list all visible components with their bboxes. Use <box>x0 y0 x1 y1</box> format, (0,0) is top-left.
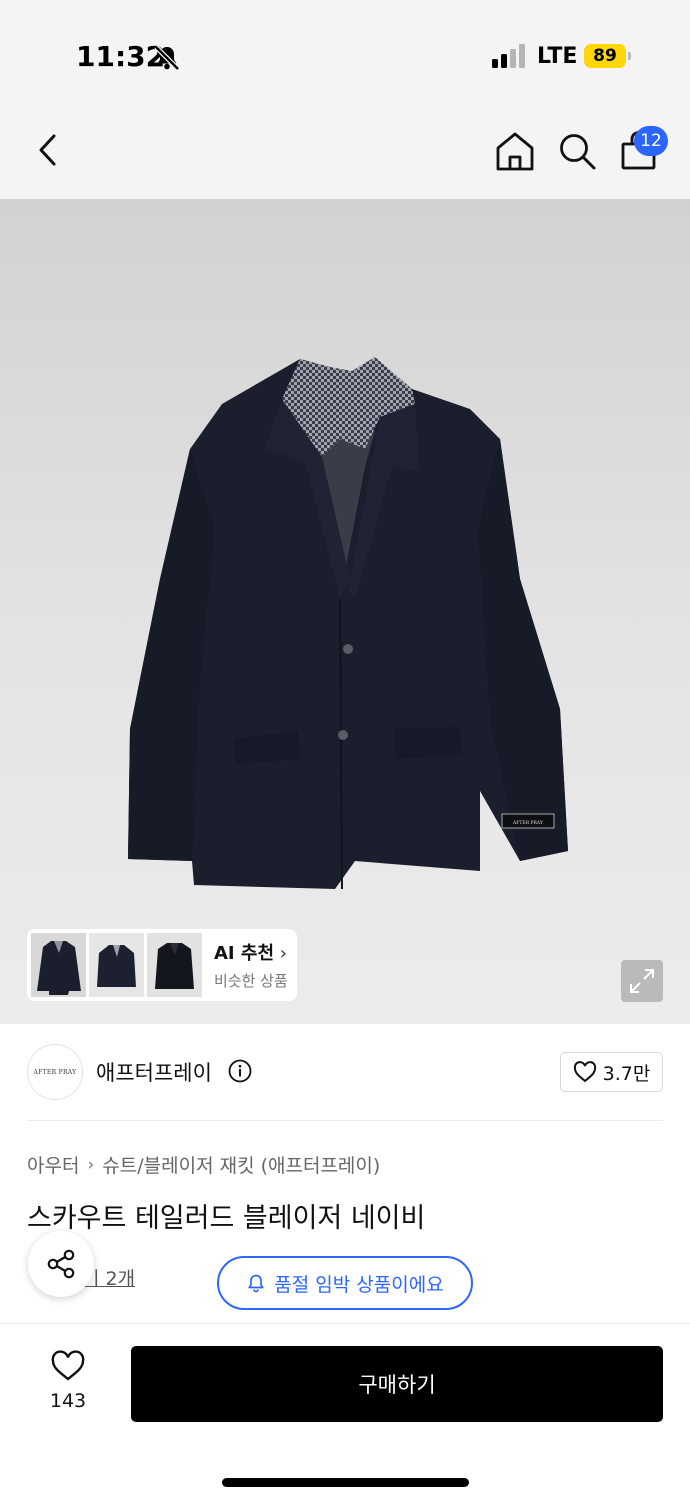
home-indicator <box>222 1478 469 1487</box>
thumbnail[interactable] <box>89 933 144 997</box>
home-icon[interactable] <box>493 129 537 173</box>
svg-text:AFTER PRAY: AFTER PRAY <box>512 820 544 826</box>
expand-image-button[interactable] <box>621 960 663 1002</box>
product-title: 스카우트 테일러드 블레이저 네이비 <box>27 1203 426 1234</box>
status-bar: 11:32 LTE 89 <box>0 0 690 104</box>
search-icon[interactable] <box>555 129 599 173</box>
chevron-right-icon: › <box>274 943 287 964</box>
top-nav <box>0 104 690 199</box>
network-type: LTE <box>537 44 578 69</box>
brand-like-count: 3.7만 <box>602 1062 651 1085</box>
ai-recommend-subtitle: 비슷한 상품 <box>214 972 288 990</box>
chevron-right-icon: › <box>87 1154 95 1175</box>
brand-like-button[interactable]: 3.7만 <box>560 1052 663 1092</box>
thumbnail[interactable] <box>147 933 202 997</box>
share-button[interactable] <box>28 1231 94 1297</box>
battery-level: 89 <box>584 44 626 68</box>
heart-icon <box>51 1350 85 1381</box>
product-image[interactable]: AFTER PRAY <box>0 199 690 1024</box>
signal-icon <box>492 44 525 68</box>
brand-row: AFTER PRAY 애프터프레이 3.7만 <box>0 1024 690 1120</box>
wishlist-button[interactable]: 143 <box>40 1350 96 1412</box>
stock-alert-badge[interactable]: 품절 임박 상품이에요 <box>217 1256 473 1310</box>
breadcrumb-item[interactable]: 아우터 <box>27 1151 79 1178</box>
ai-recommend-strip[interactable]: AI 추천 › 비슷한 상품 <box>27 929 297 1001</box>
stock-alert-text: 품절 임박 상품이에요 <box>274 1273 444 1296</box>
cart-count-badge: 12 <box>634 126 668 156</box>
breadcrumb-item[interactable]: 슈트/블레이저 재킷 (애프터프레이) <box>102 1151 380 1178</box>
battery-icon: 89 <box>584 44 631 68</box>
breadcrumb: 아우터 › 슈트/블레이저 재킷 (애프터프레이) <box>27 1151 380 1178</box>
chevron-left-icon[interactable] <box>27 128 71 172</box>
heart-icon <box>573 1061 596 1083</box>
bell-off-icon <box>154 45 180 71</box>
buy-button[interactable]: 구매하기 <box>131 1346 663 1422</box>
info-icon[interactable] <box>228 1059 252 1083</box>
thumbnail[interactable] <box>31 933 86 997</box>
expand-icon <box>630 969 654 993</box>
ai-recommend-link[interactable]: AI 추천 › 비슷한 상품 <box>214 939 288 991</box>
status-time: 11:32 <box>76 40 166 73</box>
brand-logo[interactable]: AFTER PRAY <box>27 1044 83 1100</box>
divider <box>27 1120 663 1121</box>
share-icon <box>47 1249 75 1279</box>
ai-recommend-title: AI 추천 <box>214 943 275 964</box>
jacket-image: AFTER PRAY <box>128 357 568 890</box>
wishlist-count: 143 <box>49 1390 87 1412</box>
brand-name[interactable]: 애프터프레이 <box>96 1057 212 1087</box>
bell-icon <box>248 1274 264 1293</box>
bottom-action-bar: 143 구매하기 <box>0 1323 690 1500</box>
